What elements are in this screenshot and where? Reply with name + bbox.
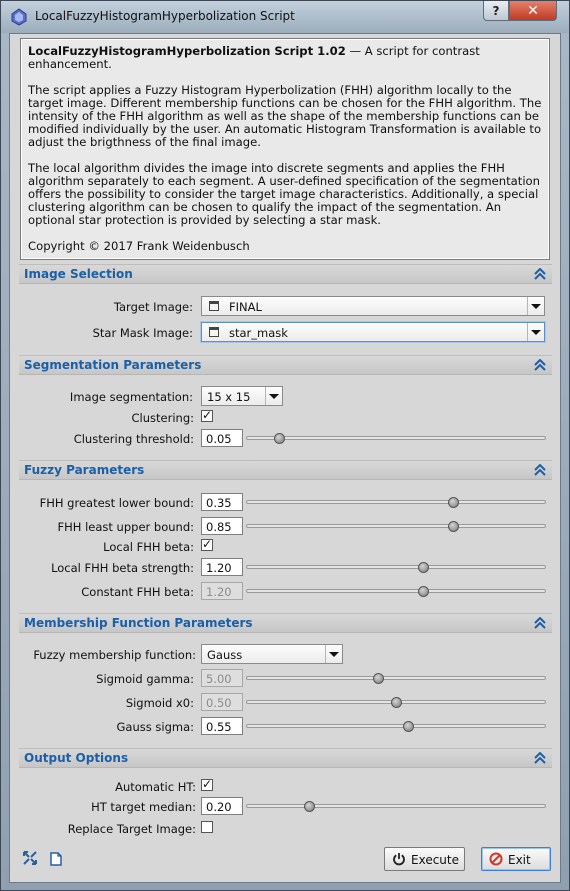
clustering-checkbox[interactable] [201,408,213,422]
clustering-label: Clustering: [131,411,194,425]
beta-strength-field[interactable]: 1.20 [201,558,243,576]
info-copyright: Copyright © 2017 Frank Weidenbusch [28,239,250,253]
slider-handle[interactable] [448,521,459,532]
target-image-combo[interactable]: FINAL [201,296,545,316]
exit-label: Exit [508,853,531,867]
chevron-down-icon [527,323,544,341]
fhh-lower-bound-field[interactable]: 0.35 [201,493,243,511]
slider-handle[interactable] [304,801,315,812]
cancel-circle-icon [489,852,503,866]
sigmoid-gamma-label: Sigmoid gamma: [96,672,194,686]
script-window: LocalFuzzyHistogramHyperbolization Scrip… [0,0,570,891]
fhh-lower-bound-label: FHH greatest lower bound: [39,496,194,510]
section-title: Image Selection [24,267,133,281]
section-title: Segmentation Parameters [24,358,202,372]
document-icon[interactable] [48,851,64,867]
section-title: Output Options [24,751,129,765]
info-paragraph-1: The script applies a Fuzzy Histogram Hyp… [28,83,542,149]
ht-target-median-slider[interactable] [246,804,546,808]
star-mask-value: star_mask [229,326,288,340]
automatic-ht-label: Automatic HT: [115,780,196,794]
section-fuzzy-parameters[interactable]: Fuzzy Parameters [19,460,552,480]
fhh-lower-bound-slider[interactable] [246,500,546,504]
star-mask-combo[interactable]: star_mask [201,322,545,342]
section-segmentation[interactable]: Segmentation Parameters [19,355,552,375]
pixinsight-app-icon [11,8,27,26]
fhh-upper-bound-field[interactable]: 0.85 [201,517,243,535]
local-fhh-beta-label: Local FHH beta: [103,540,194,554]
target-image-label: Target Image: [113,300,193,314]
section-title: Membership Function Parameters [24,616,253,630]
fhh-upper-bound-slider[interactable] [246,524,546,528]
script-info-box: LocalFuzzyHistogramHyperbolization Scrip… [20,38,550,260]
sigmoid-gamma-field: 5.00 [201,669,243,687]
replace-target-checkbox[interactable] [201,821,213,833]
constant-beta-slider [246,589,546,593]
double-chevron-up-icon[interactable] [534,464,546,476]
image-segmentation-combo[interactable]: 15 x 15 [201,386,283,406]
slider-handle[interactable] [403,721,414,732]
image-window-icon [209,327,219,337]
target-image-value: FINAL [229,300,262,314]
section-membership-function[interactable]: Membership Function Parameters [19,613,552,633]
sigmoid-x0-field: 0.50 [201,693,243,711]
image-segmentation-value: 15 x 15 [207,390,251,404]
clustering-threshold-field[interactable]: 0.05 [201,429,243,447]
sigmoid-x0-label: Sigmoid x0: [125,696,194,710]
power-icon [393,853,405,866]
star-mask-label: Star Mask Image: [92,326,193,340]
slider-handle[interactable] [418,562,429,573]
constant-beta-label: Constant FHH beta: [81,585,194,599]
image-window-icon [209,301,219,311]
ht-target-median-field[interactable]: 0.20 [201,797,243,815]
fhh-upper-bound-label: FHH least upper bound: [57,520,194,534]
window-title: LocalFuzzyHistogramHyperbolization Scrip… [35,9,295,23]
local-fhh-beta-checkbox[interactable] [201,537,213,551]
section-output-options[interactable]: Output Options [19,748,552,768]
membership-function-value: Gauss [207,648,243,662]
chevron-down-icon [265,387,282,405]
info-paragraph-2: The local algorithm divides the image in… [28,161,540,227]
slider-handle [373,673,384,684]
gauss-sigma-label: Gauss sigma: [116,720,195,734]
chevron-down-icon [527,297,544,315]
double-chevron-up-icon[interactable] [534,359,546,371]
clustering-threshold-label: Clustering threshold: [73,432,194,446]
clustering-threshold-slider[interactable] [246,436,546,440]
membership-function-combo[interactable]: Gauss [201,644,343,664]
chevron-down-icon [325,645,342,663]
image-segmentation-label: Image segmentation: [69,390,193,404]
close-button[interactable]: ✕ [509,1,557,21]
slider-handle[interactable] [274,433,285,444]
slider-handle [418,586,429,597]
execute-button[interactable]: Execute [384,847,465,871]
execute-label: Execute [411,853,459,867]
gauss-sigma-field[interactable]: 0.55 [201,717,243,735]
beta-strength-label: Local FHH beta strength: [51,561,194,575]
constant-beta-field: 1.20 [201,582,243,600]
gauss-sigma-slider[interactable] [246,724,546,728]
automatic-ht-checkbox[interactable] [201,777,213,791]
membership-function-label: Fuzzy membership function: [33,648,196,662]
sigmoid-gamma-slider [246,676,546,680]
beta-strength-slider[interactable] [246,565,546,569]
dialog-client-area: LocalFuzzyHistogramHyperbolization Scrip… [9,33,561,883]
new-instance-icon[interactable] [22,850,38,866]
ht-target-median-label: HT target median: [91,800,196,814]
info-heading-paragraph: LocalFuzzyHistogramHyperbolization Scrip… [28,45,542,71]
slider-handle[interactable] [448,497,459,508]
title-bar[interactable]: LocalFuzzyHistogramHyperbolization Scrip… [1,1,569,33]
double-chevron-up-icon[interactable] [534,752,546,764]
replace-target-label: Replace Target Image: [67,822,196,836]
section-image-selection[interactable]: Image Selection [19,264,552,284]
double-chevron-up-icon[interactable] [534,617,546,629]
exit-button[interactable]: Exit [481,847,551,871]
slider-handle [391,697,402,708]
double-chevron-up-icon[interactable] [534,268,546,280]
help-button[interactable]: ? [483,1,509,21]
info-heading: LocalFuzzyHistogramHyperbolization Scrip… [28,44,346,58]
section-title: Fuzzy Parameters [24,463,145,477]
